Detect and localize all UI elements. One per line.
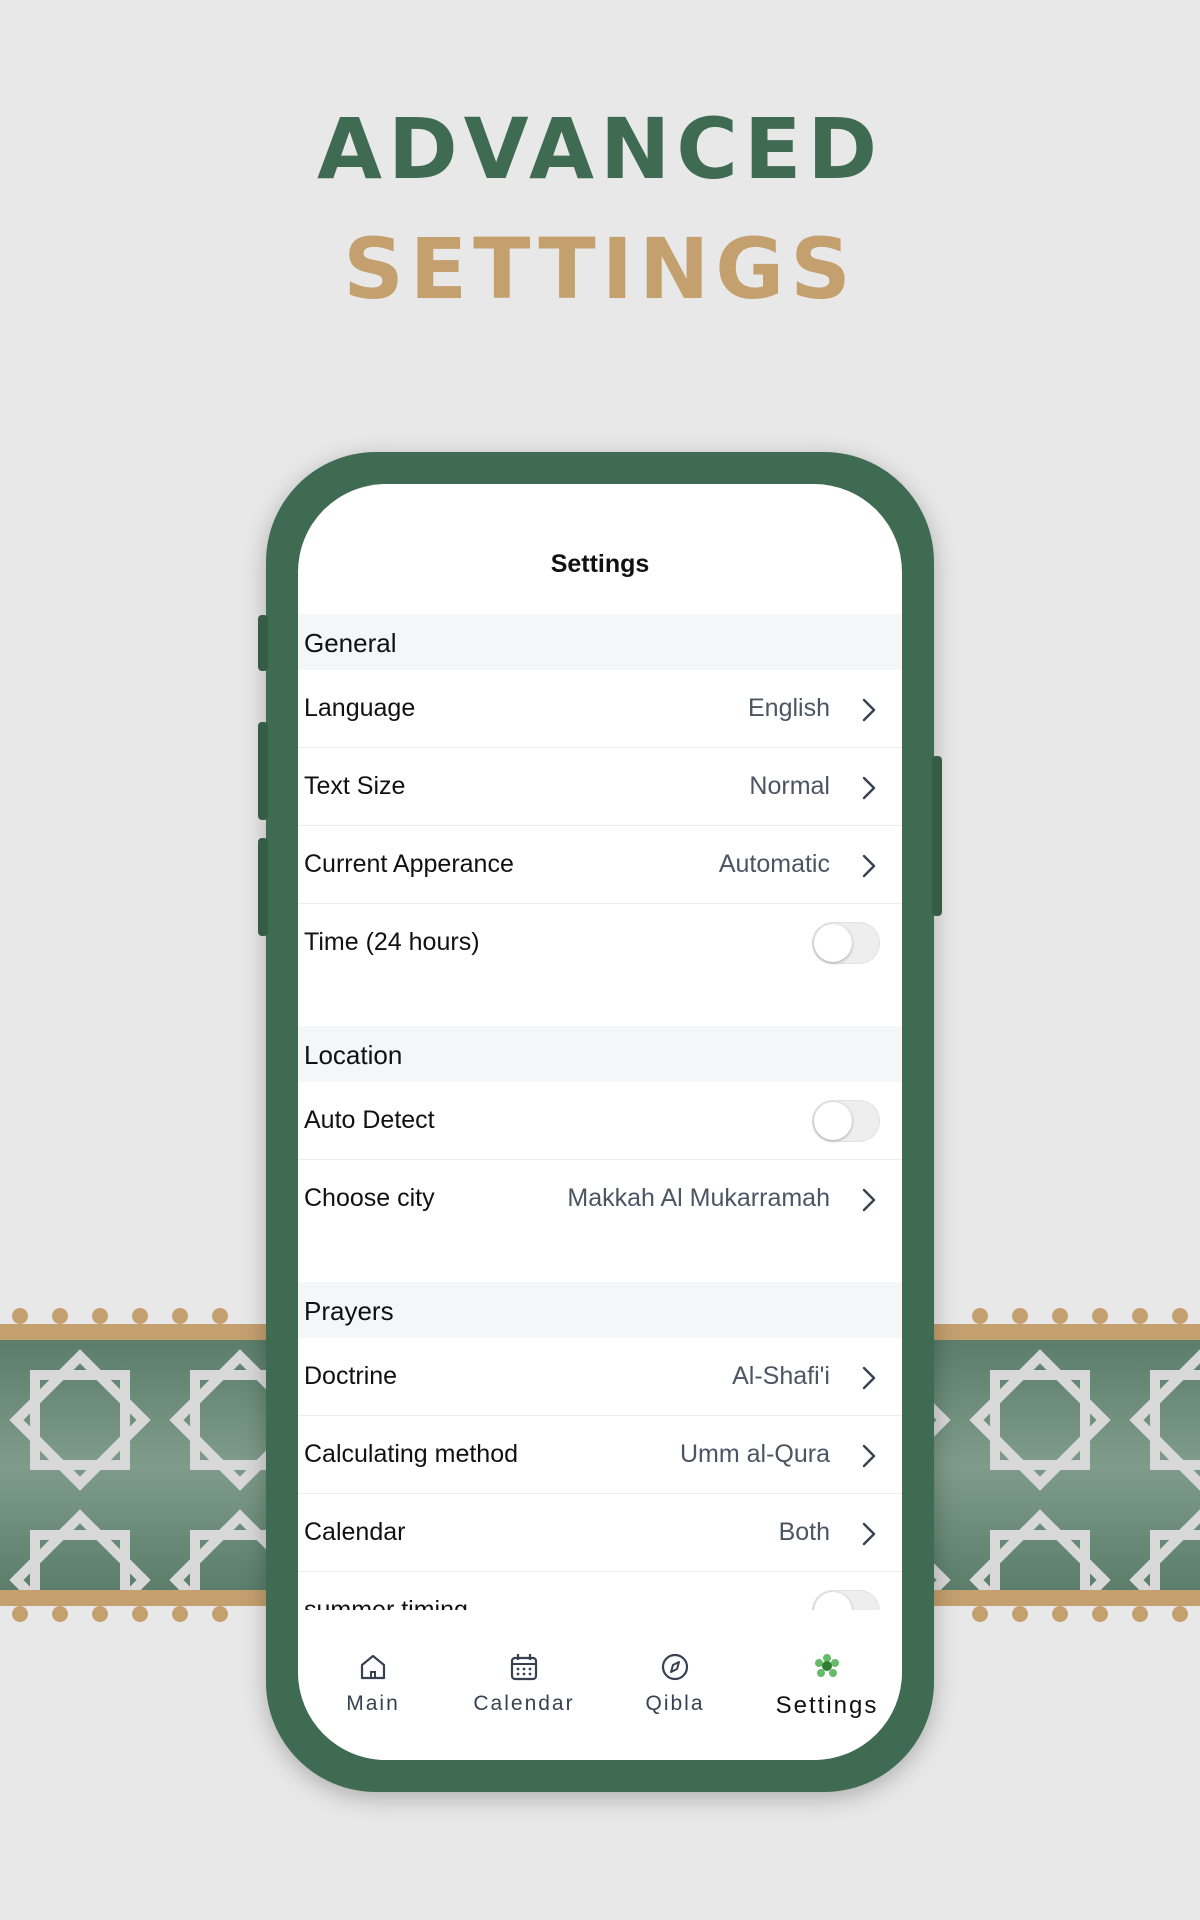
tab-main[interactable]: Main	[298, 1650, 448, 1716]
row-calculating-method[interactable]: Calculating method Umm al-Qura	[298, 1416, 902, 1494]
row-label: Doctrine	[304, 1362, 398, 1390]
toggle-knob	[814, 924, 852, 962]
tab-calendar[interactable]: Calendar	[449, 1650, 599, 1716]
section-location: Location	[298, 1026, 902, 1082]
row-label: Language	[304, 694, 416, 722]
row-language[interactable]: Language English	[298, 670, 902, 748]
screen-title: Settings	[550, 550, 650, 578]
headline-advanced: ADVANCED	[316, 100, 884, 198]
chevron-right-icon	[862, 776, 876, 800]
row-label: Text Size	[304, 772, 406, 800]
row-choose-city[interactable]: Choose city Makkah Al Mukarramah	[298, 1160, 902, 1238]
tab-settings[interactable]: Settings	[752, 1650, 902, 1720]
tab-label: Settings	[775, 1692, 879, 1719]
headline-settings: SETTINGS	[343, 220, 857, 318]
row-doctrine[interactable]: Doctrine Al-Shafi'i	[298, 1338, 902, 1416]
row-value: Makkah Al Mukarramah	[567, 1184, 830, 1212]
chevron-right-icon	[862, 1366, 876, 1390]
row-calendar[interactable]: Calendar Both	[298, 1494, 902, 1572]
section-header: General	[304, 628, 397, 658]
settings-screen: Settings General Language English Text S…	[298, 484, 902, 1760]
chevron-right-icon	[862, 854, 876, 878]
row-label: Calculating method	[304, 1440, 519, 1468]
row-time-24-hours: Time (24 hours)	[298, 904, 902, 982]
row-value: Normal	[749, 772, 830, 800]
calendar-icon	[510, 1654, 538, 1681]
row-value: Umm al-Qura	[679, 1440, 830, 1468]
tab-label: Calendar	[473, 1692, 575, 1715]
tab-qibla[interactable]: Qibla	[600, 1650, 750, 1716]
row-value: Al-Shafi'i	[732, 1362, 830, 1390]
row-label: Choose city	[304, 1184, 435, 1212]
row-label: Auto Detect	[304, 1106, 435, 1134]
tab-label: Qibla	[645, 1692, 705, 1715]
row-label: Time (24 hours)	[304, 928, 480, 956]
row-current-appearance[interactable]: Current Apperance Automatic	[298, 826, 902, 904]
phone-power-button	[932, 756, 942, 916]
row-text-size[interactable]: Text Size Normal	[298, 748, 902, 826]
row-label: Calendar	[304, 1518, 406, 1546]
bottom-tab-bar: Main Calendar Qibla Settings	[298, 1610, 902, 1760]
phone-volume-up	[258, 722, 268, 820]
chevron-right-icon	[862, 698, 876, 722]
row-value: Automatic	[718, 850, 830, 878]
section-prayers: Prayers	[298, 1282, 902, 1338]
toggle-knob	[814, 1102, 852, 1140]
compass-icon	[661, 1653, 689, 1681]
chevron-right-icon	[862, 1188, 876, 1212]
home-icon	[360, 1654, 386, 1680]
row-value: English	[748, 694, 830, 722]
gear-icon	[815, 1654, 839, 1677]
row-value: Both	[778, 1518, 830, 1546]
time-24h-toggle[interactable]	[812, 922, 880, 964]
tab-label: Main	[346, 1692, 400, 1715]
section-general: General	[298, 614, 902, 670]
chevron-right-icon	[862, 1522, 876, 1546]
phone-volume-down	[258, 838, 268, 936]
section-header: Prayers	[304, 1296, 394, 1326]
row-label: Current Apperance	[304, 850, 514, 878]
auto-detect-toggle[interactable]	[812, 1100, 880, 1142]
phone-side-button	[258, 615, 268, 671]
row-auto-detect: Auto Detect	[298, 1082, 902, 1160]
section-header: Location	[304, 1040, 403, 1070]
chevron-right-icon	[862, 1444, 876, 1468]
